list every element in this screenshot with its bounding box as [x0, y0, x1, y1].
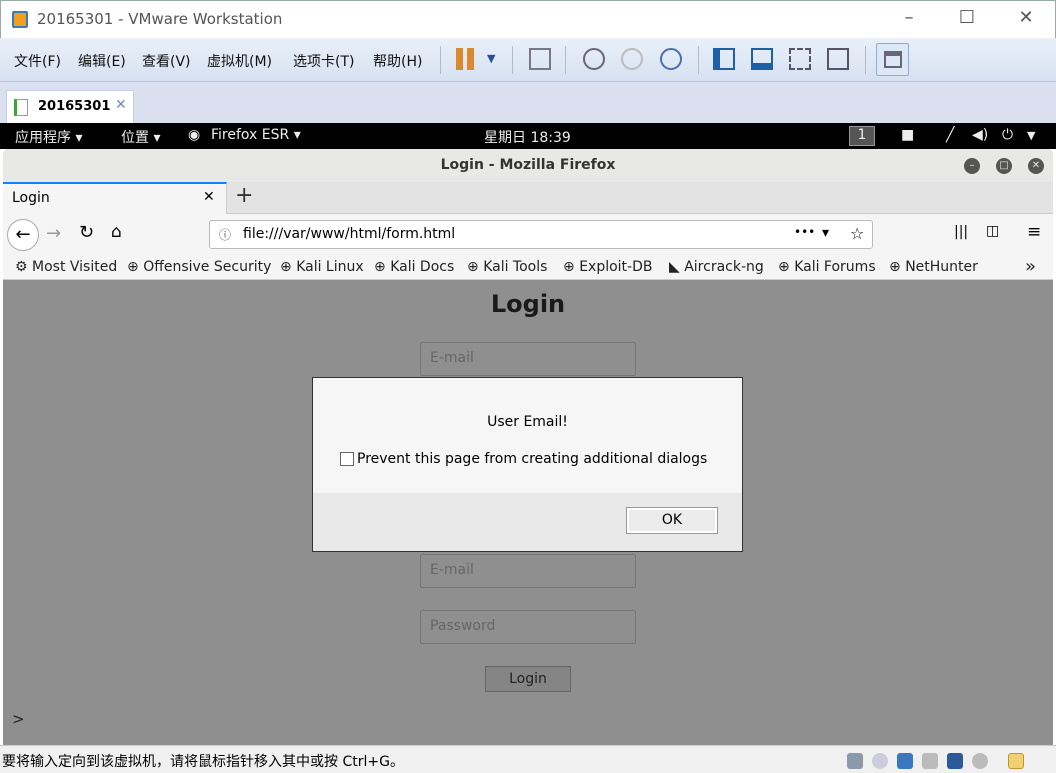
home-button[interactable]: ⌂	[111, 222, 122, 242]
bookmarks-overflow-icon[interactable]: »	[1025, 256, 1036, 277]
send-ctrl-alt-del-icon[interactable]	[529, 48, 551, 70]
revert-snapshot-icon[interactable]	[621, 48, 643, 70]
video-camera-icon[interactable]: ■	[901, 127, 914, 143]
bookmark-kali-forums[interactable]: ⊕ Kali Forums	[778, 259, 876, 275]
system-menu-arrow-icon[interactable]: ▼	[1027, 129, 1035, 142]
kali-top-panel: 应用程序 ▾ 位置 ▾ ◉ Firefox ESR ▾ 星期日 18:39 1 …	[0, 123, 1056, 149]
status-message: 要将输入定向到该虚拟机，请将鼠标指针移入其中或按 Ctrl+G。	[2, 754, 404, 770]
prevent-dialogs-checkbox[interactable]	[340, 452, 354, 466]
workspace-indicator[interactable]: 1	[849, 126, 875, 146]
sidebar-icon[interactable]: ◫	[986, 223, 999, 239]
info-icon[interactable]: ⓘ	[219, 226, 231, 243]
console-prompt: >	[12, 710, 25, 728]
menu-icon[interactable]: ≡	[1027, 222, 1041, 242]
back-button[interactable]: ←	[7, 219, 39, 251]
applications-menu[interactable]: 应用程序 ▾	[15, 127, 82, 147]
firefox-window: Login - Mozilla Firefox – □ ✕ Login ✕ + …	[3, 149, 1053, 745]
bookmark-kali-docs[interactable]: ⊕ Kali Docs	[374, 259, 454, 275]
menu-file[interactable]: 文件(F)	[14, 51, 61, 71]
bookmark-aircrack-ng[interactable]: ◣ Aircrack-ng	[669, 259, 764, 275]
unity-icon[interactable]	[827, 48, 849, 70]
alert-dialog: User Email! Prevent this page from creat…	[312, 377, 743, 552]
menu-vm[interactable]: 虚拟机(M)	[207, 51, 272, 71]
reload-button[interactable]: ↻	[79, 222, 94, 243]
printer-icon[interactable]	[922, 753, 938, 769]
ok-button[interactable]: OK	[626, 507, 718, 534]
tab-login[interactable]: Login ✕	[3, 182, 227, 214]
url-text: file:///var/www/html/form.html	[243, 226, 456, 242]
bookmark-exploit-db[interactable]: ⊕ Exploit-DB	[563, 259, 652, 275]
vm-tab-strip	[0, 82, 1056, 123]
navigation-bar: ← → ↻ ⌂ ⓘ file:///var/www/html/form.html…	[3, 214, 1053, 256]
close-button[interactable]: ✕	[1011, 7, 1041, 28]
console-view-button[interactable]	[876, 43, 909, 76]
new-tab-button[interactable]: +	[235, 183, 253, 208]
forward-button[interactable]: →	[46, 223, 61, 244]
ff-minimize-icon[interactable]: –	[964, 158, 980, 174]
login-button[interactable]: Login	[485, 666, 571, 692]
vm-tab-close-icon[interactable]: ✕	[115, 97, 127, 113]
window-title: 20165301 - VMware Workstation	[37, 10, 283, 28]
sidebar-view-icon[interactable]	[713, 48, 735, 70]
message-log-icon[interactable]	[1008, 753, 1024, 769]
status-bar: 要将输入定向到该虚拟机，请将鼠标指针移入其中或按 Ctrl+G。	[0, 745, 1056, 773]
clock[interactable]: 星期日 18:39	[484, 127, 571, 147]
firefox-app-icon: ◉	[188, 127, 201, 143]
firefox-tabbar: Login ✕ +	[3, 182, 1053, 214]
bookmark-kali-linux[interactable]: ⊕ Kali Linux	[280, 259, 364, 275]
page-heading: Login	[490, 290, 566, 318]
url-bar[interactable]: ⓘ file:///var/www/html/form.html ••• ▾ ☆	[209, 220, 873, 249]
network-icon[interactable]: ╱	[946, 127, 954, 143]
webcam-icon[interactable]	[972, 753, 988, 769]
dialog-footer: OK	[313, 493, 742, 551]
volume-icon[interactable]: ◀)	[972, 127, 988, 143]
network-adapter-icon[interactable]	[897, 753, 913, 769]
power-icon[interactable]: ⏻	[1002, 127, 1013, 143]
maximize-button[interactable]: ☐	[952, 7, 982, 28]
bookmark-kali-tools[interactable]: ⊕ Kali Tools	[467, 259, 547, 275]
ff-maximize-icon[interactable]: □	[996, 158, 1012, 174]
page-content: Login E-mail E-mail Password Login > Use…	[3, 280, 1053, 745]
menu-help[interactable]: 帮助(H)	[373, 51, 422, 71]
bookmark-most-visited[interactable]: ⚙ Most Visited	[15, 259, 117, 275]
dropdown-arrow-icon[interactable]: ▼	[487, 52, 495, 65]
tab-title: Login	[12, 190, 50, 206]
vm-tab-label: 20165301	[38, 99, 111, 114]
cd-dvd-icon[interactable]	[872, 753, 888, 769]
firefox-app-menu[interactable]: Firefox ESR ▾	[211, 127, 301, 143]
vmware-titlebar: 20165301 - VMware Workstation – ☐ ✕	[0, 0, 1056, 38]
page-actions-icon[interactable]: •••	[794, 225, 815, 239]
bookmark-nethunter[interactable]: ⊕ NetHunter	[889, 259, 978, 275]
vmware-toolbar: 文件(F) 编辑(E) 查看(V) 虚拟机(M) 选项卡(T) 帮助(H) ▼	[0, 38, 1056, 82]
pocket-icon[interactable]: ▾	[822, 225, 829, 241]
ff-close-icon[interactable]: ✕	[1028, 158, 1044, 174]
tab-close-icon[interactable]: ✕	[203, 189, 215, 205]
firefox-titlebar: Login - Mozilla Firefox	[3, 149, 1053, 182]
library-icon[interactable]: |||	[954, 224, 968, 240]
hard-disk-icon[interactable]	[847, 753, 863, 769]
dialog-message: User Email!	[487, 414, 568, 430]
console-view-icon	[884, 51, 902, 68]
thumbnail-view-icon[interactable]	[751, 48, 773, 70]
prevent-dialogs-label[interactable]: Prevent this page from creating addition…	[357, 451, 707, 467]
vm-icon	[14, 99, 28, 116]
bookmarks-toolbar: ⚙ Most Visited ⊕ Offensive Security ⊕ Ka…	[3, 256, 1053, 280]
password-input[interactable]: Password	[420, 610, 636, 644]
snapshot-manager-icon[interactable]	[660, 48, 682, 70]
email-input-2[interactable]: E-mail	[420, 554, 636, 588]
menu-tabs[interactable]: 选项卡(T)	[293, 51, 354, 71]
vmware-logo-icon	[12, 11, 28, 28]
bookmark-offensive-security[interactable]: ⊕ Offensive Security	[127, 259, 271, 275]
menu-edit[interactable]: 编辑(E)	[78, 51, 126, 71]
minimize-button[interactable]: –	[894, 7, 924, 28]
vm-tab[interactable]: 20165301 ✕	[6, 90, 134, 123]
pause-icon[interactable]	[456, 48, 474, 70]
email-input-1[interactable]: E-mail	[420, 342, 636, 376]
snapshot-icon[interactable]	[583, 48, 605, 70]
sound-card-icon[interactable]	[947, 753, 963, 769]
fullscreen-icon[interactable]	[789, 48, 811, 70]
bookmark-star-icon[interactable]: ☆	[850, 224, 864, 243]
places-menu[interactable]: 位置 ▾	[121, 127, 160, 147]
menu-view[interactable]: 查看(V)	[142, 51, 191, 71]
